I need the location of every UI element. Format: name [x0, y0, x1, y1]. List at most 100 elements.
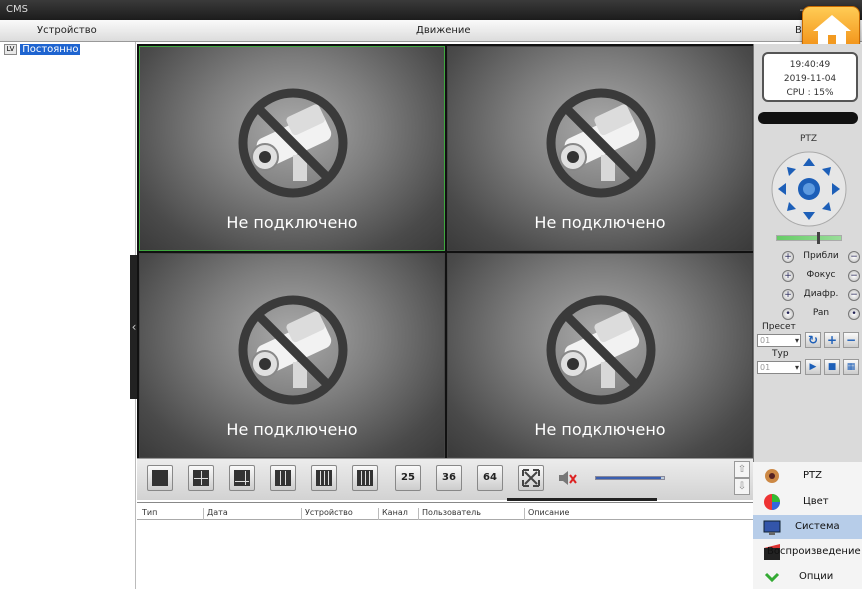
camera-disabled-icon: [238, 88, 348, 198]
tile-status: Не подключено: [534, 420, 666, 439]
tour-stop-button[interactable]: ■: [824, 359, 840, 375]
col-channel[interactable]: Канал: [378, 508, 408, 520]
tour-grid-button[interactable]: ▦: [843, 359, 859, 375]
video-tile-3[interactable]: Не подключено: [139, 253, 445, 458]
tour-select[interactable]: 01: [757, 361, 801, 374]
title-bar: CMS —: [0, 0, 862, 20]
volume-slider[interactable]: [595, 476, 665, 480]
focus-label: Фокус: [806, 270, 836, 280]
log-header: Тип Дата Устройство Канал Пользователь О…: [137, 506, 753, 520]
tile-status: Не подключено: [534, 213, 666, 232]
layout-13-button[interactable]: [311, 465, 337, 491]
menu-item-label: Воспроизведение: [767, 546, 861, 557]
slider-handle[interactable]: [817, 232, 820, 244]
cms-window: CMS — Устройство Движение В LV Постоянно…: [0, 0, 862, 589]
menu-item-label: Цвет: [803, 496, 829, 507]
col-type[interactable]: Тип: [139, 508, 157, 520]
clock-date: 2019-11-04: [783, 74, 837, 84]
pan-label: Pan: [812, 308, 830, 318]
tree-node-icon: LV: [4, 44, 17, 55]
menu-item-color[interactable]: Цвет: [753, 490, 862, 514]
ptz-focus-row: + Фокус −: [782, 270, 862, 284]
layout-64-button[interactable]: 64: [477, 465, 503, 491]
video-tile-4[interactable]: Не подключено: [447, 253, 753, 458]
menu-item-label: PTZ: [803, 470, 822, 481]
video-tile-1[interactable]: Не подключено: [139, 46, 445, 251]
window-title: CMS: [6, 4, 28, 15]
layout-36-button[interactable]: 36: [436, 465, 462, 491]
focus-plus-button[interactable]: +: [782, 270, 794, 282]
scroll-up-button[interactable]: ⇧: [734, 461, 750, 478]
tree-node-label: Постоянно: [20, 44, 81, 55]
clock-time: 19:40:49: [789, 60, 831, 70]
fullscreen-icon: [522, 469, 540, 487]
zoom-label: Прибли: [803, 251, 839, 261]
menu-device[interactable]: Устройство: [37, 25, 97, 36]
fullscreen-button[interactable]: [518, 465, 544, 491]
ptz-pan-row: • Pan •: [782, 308, 862, 322]
ptz-icon: [765, 469, 779, 483]
options-icon: [764, 572, 780, 583]
camera-disabled-icon: [546, 295, 656, 405]
menu-item-ptz[interactable]: PTZ: [753, 464, 862, 488]
ptz-speed-slider[interactable]: [776, 232, 842, 244]
tour-play-button[interactable]: ▶: [805, 359, 821, 375]
video-tile-2[interactable]: Не подключено: [447, 46, 753, 251]
focus-minus-button[interactable]: −: [848, 270, 860, 282]
volume-fill: [596, 477, 661, 479]
layout-6-button[interactable]: [229, 465, 255, 491]
col-user[interactable]: Пользователь: [418, 508, 481, 520]
ptz-zoom-row: + Прибли −: [782, 251, 862, 265]
system-icon: [763, 520, 781, 535]
ptz-title: PTZ: [799, 134, 818, 144]
menu-bar: Устройство Движение В: [0, 20, 862, 42]
video-grid: Не подключено Не подключено Не подключен…: [137, 44, 753, 458]
tile-status: Не подключено: [226, 420, 358, 439]
iris-minus-button[interactable]: −: [848, 289, 860, 301]
iris-plus-button[interactable]: +: [782, 289, 794, 301]
splitter-handle[interactable]: [507, 498, 657, 501]
layout-16-button[interactable]: [352, 465, 378, 491]
menu-right-partial[interactable]: В: [795, 25, 802, 36]
ptz-iris-row: + Диафр. −: [782, 289, 862, 303]
col-description[interactable]: Описание: [524, 508, 569, 520]
zoom-out-button[interactable]: −: [848, 251, 860, 263]
pan-left-button[interactable]: •: [782, 308, 794, 320]
preset-select[interactable]: 01: [757, 334, 801, 347]
status-bar: [758, 112, 858, 124]
menu-item-playback[interactable]: Воспроизведение: [753, 540, 862, 564]
status-display: 19:40:49 2019-11-04 CPU : 15%: [762, 52, 858, 102]
preset-label: Пресет: [762, 322, 796, 332]
scroll-down-button[interactable]: ⇩: [734, 478, 750, 495]
menu-item-label: Система: [795, 521, 840, 532]
preset-add-button[interactable]: +: [824, 332, 840, 348]
iris-label: Диафр.: [803, 289, 839, 299]
menu-item-options[interactable]: Опции: [753, 565, 862, 589]
side-menu: PTZ Цвет Система Воспроизведение Опции: [753, 462, 862, 589]
color-icon: [764, 494, 780, 510]
camera-disabled-icon: [238, 295, 348, 405]
cpu-usage: CPU : 15%: [786, 88, 834, 98]
ptz-direction-pad[interactable]: [770, 150, 848, 228]
scroll-buttons: ⇧ ⇩: [734, 461, 752, 497]
col-device[interactable]: Устройство: [301, 508, 353, 520]
device-tree: LV Постоянно: [0, 42, 136, 589]
col-date[interactable]: Дата: [203, 508, 228, 520]
menu-item-system[interactable]: Система: [753, 515, 862, 539]
mute-speaker-icon[interactable]: [557, 468, 579, 488]
event-log: Тип Дата Устройство Канал Пользователь О…: [137, 502, 753, 589]
preset-goto-button[interactable]: ↻: [805, 332, 821, 348]
tour-label: Тур: [772, 349, 789, 359]
layout-25-button[interactable]: 25: [395, 465, 421, 491]
camera-disabled-icon: [546, 88, 656, 198]
zoom-in-button[interactable]: +: [782, 251, 794, 263]
layout-9-button[interactable]: [270, 465, 296, 491]
menu-item-label: Опции: [799, 571, 834, 582]
pan-right-button[interactable]: •: [848, 308, 860, 320]
menu-motion[interactable]: Движение: [416, 25, 471, 36]
tree-node-root[interactable]: LV Постоянно: [4, 44, 81, 56]
tile-status: Не подключено: [226, 213, 358, 232]
layout-4-button[interactable]: [188, 465, 214, 491]
layout-1-button[interactable]: [147, 465, 173, 491]
preset-remove-button[interactable]: −: [843, 332, 859, 348]
